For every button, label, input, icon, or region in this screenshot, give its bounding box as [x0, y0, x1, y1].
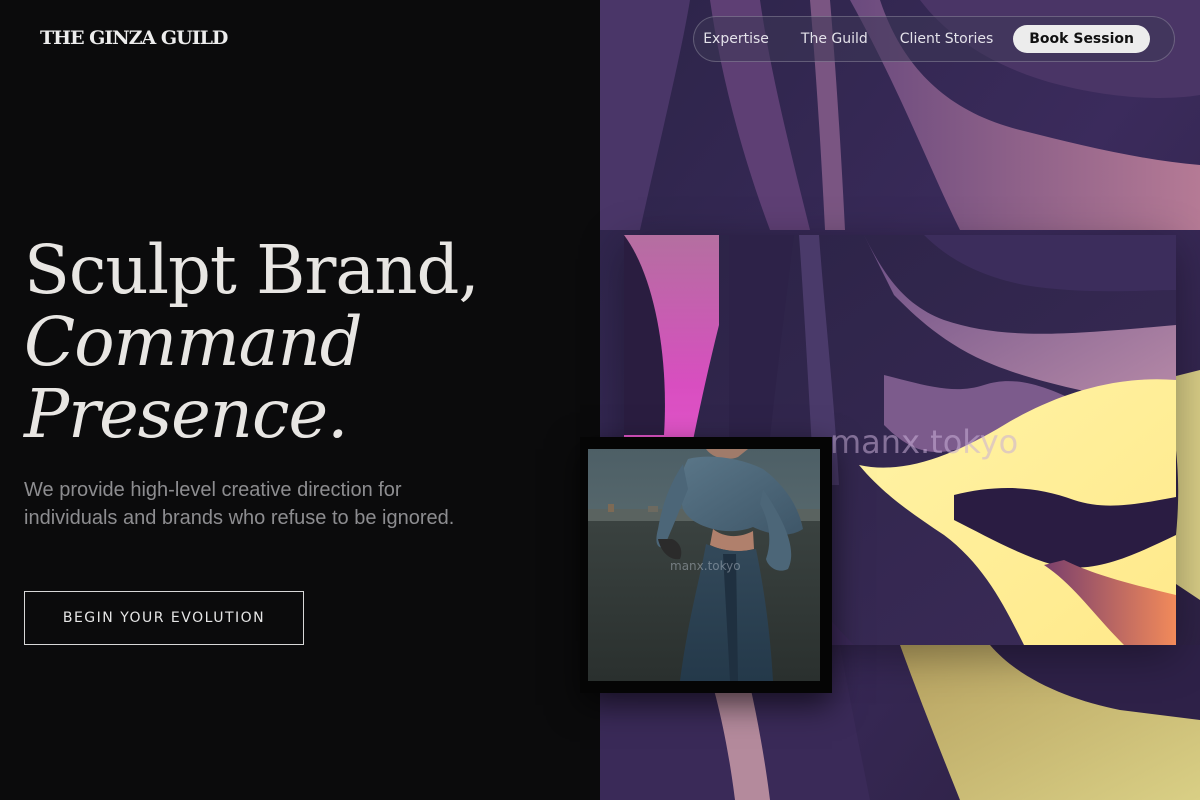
- book-session-button[interactable]: Book Session: [1013, 25, 1150, 53]
- nav-link-the-guild[interactable]: The Guild: [801, 31, 868, 47]
- headline-line-1: Sculpt Brand,: [24, 231, 480, 309]
- hero-left-panel: THE GINZA GUILD Sculpt Brand, Command Pr…: [0, 0, 600, 800]
- headline-line-2: Command: [24, 303, 363, 381]
- hero-subtitle: We provide high-level creative direction…: [24, 479, 455, 529]
- nav-link-expertise[interactable]: Expertise: [703, 31, 769, 47]
- nav-link-client-stories[interactable]: Client Stories: [900, 31, 993, 47]
- hero-headline: Sculpt Brand, Command Presence.: [24, 231, 480, 453]
- top-navigation: Expertise The Guild Client Stories Book …: [693, 16, 1175, 62]
- watermark-large: manx.tokyo: [830, 423, 1019, 461]
- brand-logo[interactable]: THE GINZA GUILD: [40, 27, 228, 49]
- headline-line-3: Presence.: [24, 375, 348, 453]
- portrait-photo-card: manx.tokyo: [580, 437, 832, 693]
- watermark-small: manx.tokyo: [670, 559, 741, 573]
- begin-evolution-button[interactable]: BEGIN YOUR EVOLUTION: [24, 591, 304, 645]
- portrait-photo: manx.tokyo: [588, 449, 820, 681]
